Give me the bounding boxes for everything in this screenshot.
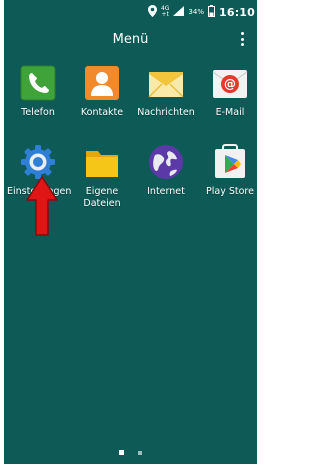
- svg-text:@: @: [224, 77, 236, 91]
- red-arrow-icon: [26, 176, 58, 240]
- phone-icon: [19, 64, 57, 102]
- more-vert-icon[interactable]: [237, 30, 247, 48]
- app-label: E-Mail: [215, 107, 245, 118]
- battery-icon: [207, 4, 215, 20]
- app-nachrichten[interactable]: Nachrichten: [135, 64, 197, 119]
- app-e-mail[interactable]: @ E-Mail: [199, 64, 257, 119]
- messages-icon: [147, 64, 185, 102]
- app-play-store[interactable]: Play Store: [199, 143, 257, 198]
- app-label: Eigene Dateien: [83, 186, 121, 209]
- network-indicator: 4G +t: [160, 5, 170, 18]
- contacts-icon: [83, 64, 121, 102]
- globe-icon: [147, 143, 185, 181]
- app-telefon[interactable]: Telefon: [7, 64, 69, 119]
- battery-percent: 34%: [188, 8, 204, 16]
- folder-icon: [83, 143, 121, 181]
- app-label: Internet: [147, 186, 185, 197]
- status-bar: 4G +t 34% 16:10: [4, 0, 257, 22]
- clock: 16:10: [218, 5, 255, 19]
- location-icon: [147, 4, 157, 20]
- page-dot[interactable]: [138, 451, 142, 455]
- app-label: Telefon: [21, 107, 55, 118]
- home-screen: 4G +t 34% 16:10 Menü Telefon Kontakte Na…: [4, 0, 257, 464]
- app-kontakte[interactable]: Kontakte: [71, 64, 133, 119]
- app-eigene-dateien[interactable]: Eigene Dateien: [71, 143, 133, 210]
- app-label: Nachrichten: [137, 107, 195, 118]
- app-label: Play Store: [206, 186, 254, 197]
- email-icon: @: [211, 64, 249, 102]
- play-store-icon: [211, 143, 249, 181]
- page-indicator: [4, 450, 257, 455]
- app-internet[interactable]: Internet: [135, 143, 197, 198]
- signal-icon: [173, 5, 185, 19]
- page-title: Menü: [112, 32, 149, 47]
- page-dot-active[interactable]: [119, 450, 124, 455]
- app-label: Kontakte: [80, 107, 124, 118]
